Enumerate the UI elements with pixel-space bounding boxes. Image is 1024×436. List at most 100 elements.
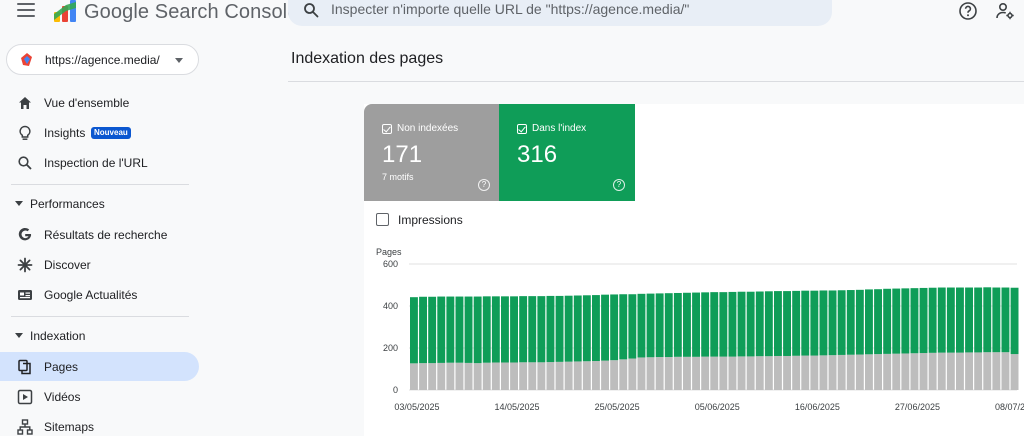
bar-indexed bbox=[519, 296, 528, 363]
chevron-down-icon bbox=[175, 58, 183, 63]
property-selector[interactable]: https://agence.media/ bbox=[6, 44, 199, 75]
google-g-icon bbox=[18, 227, 32, 241]
help-icon[interactable]: ? bbox=[478, 179, 490, 191]
bar-indexed bbox=[828, 290, 837, 356]
bar-not-indexed bbox=[473, 363, 482, 390]
sidebar-item-overview[interactable]: Vue d'ensemble bbox=[0, 88, 199, 117]
bar-not-indexed bbox=[946, 352, 955, 390]
url-inspect-search[interactable]: Inspecter n'importe quelle URL de "https… bbox=[288, 0, 832, 26]
search-console-logo bbox=[54, 0, 76, 22]
bar-not-indexed bbox=[983, 352, 992, 390]
bar-indexed bbox=[801, 290, 810, 356]
bar-not-indexed bbox=[482, 362, 491, 390]
bar-indexed bbox=[573, 295, 582, 362]
sidebar-item-label: Google Actualités bbox=[44, 288, 138, 302]
sidebar-item-label: Résultats de recherche bbox=[44, 228, 168, 242]
bar-not-indexed bbox=[1001, 352, 1010, 390]
sidebar-item-discover[interactable]: Discover bbox=[0, 250, 199, 279]
bar-indexed bbox=[965, 287, 973, 353]
bar-indexed bbox=[701, 292, 710, 357]
bar-not-indexed bbox=[428, 363, 437, 390]
bar-indexed bbox=[673, 292, 682, 357]
sidebar-item-videos[interactable]: Vidéos bbox=[0, 382, 199, 411]
asterisk-icon bbox=[17, 257, 33, 273]
section-indexation[interactable]: Indexation bbox=[0, 324, 199, 348]
bar-not-indexed bbox=[455, 362, 464, 390]
bar-indexed bbox=[564, 295, 573, 362]
bar-indexed bbox=[865, 289, 873, 355]
sidebar-item-label: Pages bbox=[44, 360, 79, 374]
tile-indexed[interactable]: Dans l'index 316 ? bbox=[499, 104, 635, 201]
help-icon[interactable]: ? bbox=[613, 179, 625, 191]
x-tick-label: 16/06/2025 bbox=[795, 402, 840, 412]
bar-not-indexed bbox=[491, 362, 500, 390]
search-icon bbox=[18, 156, 32, 170]
bar-not-indexed bbox=[892, 353, 901, 390]
bar-indexed bbox=[737, 291, 746, 357]
bar-not-indexed bbox=[1010, 354, 1019, 390]
bar-not-indexed bbox=[855, 354, 864, 390]
bar-indexed bbox=[683, 292, 691, 357]
bar-indexed bbox=[846, 290, 855, 355]
sidebar-item-label: Insights bbox=[44, 126, 86, 140]
checkbox-checked-icon[interactable] bbox=[382, 124, 392, 134]
bar-not-indexed bbox=[419, 363, 427, 390]
bar-indexed bbox=[810, 290, 819, 356]
bar-indexed bbox=[619, 294, 628, 360]
bar-not-indexed bbox=[710, 356, 719, 390]
bar-not-indexed bbox=[664, 357, 673, 390]
bar-indexed bbox=[692, 292, 700, 357]
bar-not-indexed bbox=[746, 356, 755, 390]
bar-indexed bbox=[874, 289, 882, 355]
bar-indexed bbox=[746, 291, 755, 357]
bar-not-indexed bbox=[992, 352, 1001, 390]
sidebar-item-sitemaps[interactable]: Sitemaps bbox=[0, 412, 199, 436]
bar-indexed bbox=[501, 296, 509, 363]
sidebar-item-label: Inspection de l'URL bbox=[44, 156, 148, 170]
bar-not-indexed bbox=[437, 362, 446, 390]
bar-not-indexed bbox=[619, 359, 628, 390]
bar-not-indexed bbox=[628, 358, 637, 390]
bar-not-indexed bbox=[683, 356, 691, 390]
section-performances[interactable]: Performances bbox=[0, 192, 199, 216]
bar-indexed bbox=[601, 294, 609, 361]
sidebar-item-search-results[interactable]: Résultats de recherche bbox=[0, 220, 199, 249]
account-settings-icon[interactable] bbox=[995, 1, 1015, 21]
bar-not-indexed bbox=[819, 355, 828, 390]
home-icon bbox=[19, 97, 31, 109]
bar-indexed bbox=[1010, 287, 1019, 355]
bar-indexed bbox=[537, 296, 546, 363]
sidebar-divider bbox=[11, 184, 189, 185]
bar-indexed bbox=[783, 291, 791, 356]
checkbox-unchecked-icon[interactable] bbox=[376, 213, 389, 226]
bar-not-indexed bbox=[901, 353, 910, 390]
bar-indexed bbox=[719, 292, 728, 357]
sidebar-item-url-inspection[interactable]: Inspection de l'URL bbox=[0, 148, 199, 177]
checkbox-checked-icon[interactable] bbox=[517, 124, 527, 134]
tile-value: 316 bbox=[517, 141, 558, 168]
bar-not-indexed bbox=[783, 355, 791, 390]
bar-not-indexed bbox=[528, 362, 537, 390]
caret-down-icon bbox=[15, 201, 23, 206]
bar-not-indexed bbox=[828, 355, 837, 390]
bar-not-indexed bbox=[792, 355, 801, 390]
bar-indexed bbox=[837, 290, 846, 355]
sidebar-item-pages[interactable]: Pages bbox=[0, 352, 199, 381]
bar-not-indexed bbox=[564, 361, 573, 390]
page-title: Indexation des pages bbox=[291, 50, 444, 67]
help-icon[interactable] bbox=[958, 1, 978, 21]
sidebar-item-insights[interactable]: Insights Nouveau bbox=[0, 118, 199, 147]
bar-indexed bbox=[992, 287, 1001, 353]
bar-not-indexed bbox=[410, 363, 418, 390]
bar-indexed bbox=[1001, 287, 1010, 353]
x-tick-label: 25/05/2025 bbox=[595, 402, 640, 412]
sidebar-item-google-news[interactable]: Google Actualités bbox=[0, 280, 199, 309]
search-input[interactable]: Inspecter n'importe quelle URL de "https… bbox=[331, 1, 689, 17]
bar-indexed bbox=[956, 287, 964, 353]
menu-icon[interactable] bbox=[17, 3, 35, 17]
bar-indexed bbox=[582, 295, 591, 362]
lightbulb-icon bbox=[19, 125, 31, 140]
bar-indexed bbox=[774, 291, 782, 356]
top-bar: Google Search Console Inspecter n'import… bbox=[0, 0, 1024, 34]
tile-not-indexed[interactable]: Non indexées 171 7 motifs ? bbox=[364, 104, 499, 201]
